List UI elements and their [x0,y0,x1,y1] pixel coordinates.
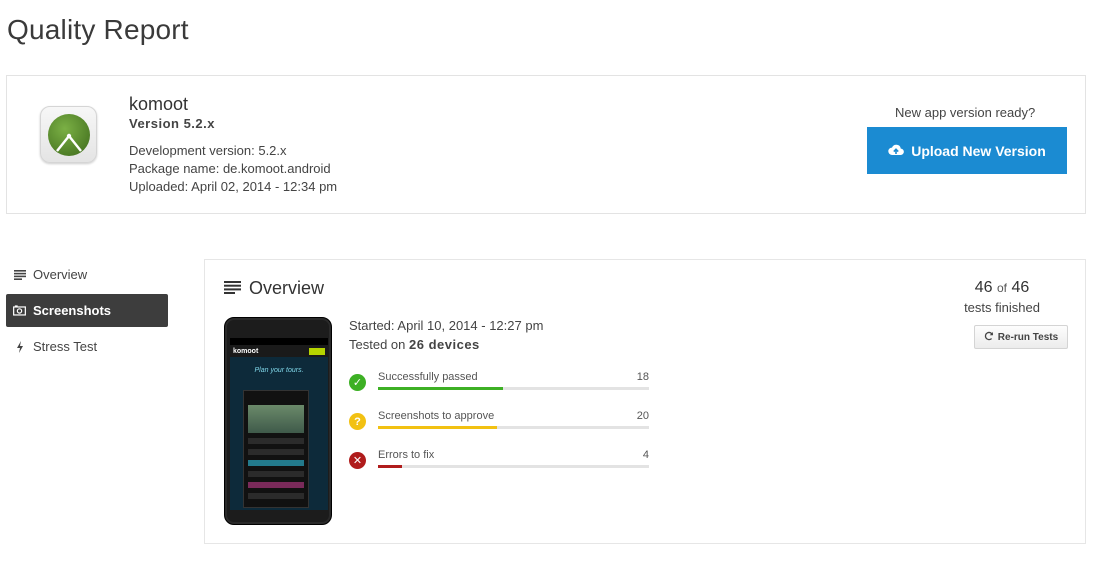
device-tagline: Plan your tours. [254,367,304,374]
rerun-tests-label: Re-run Tests [997,331,1059,343]
package-name: Package name: de.komoot.android [129,161,331,176]
result-progress-bar [378,387,649,390]
result-row[interactable]: ✕ Errors to fix 4 [349,449,649,471]
tests-finished-label: tests finished [964,300,1040,315]
bolt-icon [13,340,26,353]
result-progress-fill [378,387,503,390]
new-version-prompt: New app version ready? [895,105,1036,120]
tested-devices: Tested on 26 devices [349,337,480,352]
sidebar-item-label: Overview [33,267,88,282]
overview-title: Overview [224,278,324,299]
device-screenshot[interactable]: komoot Plan your tours. [224,317,332,525]
app-name: komoot [129,94,189,114]
upload-new-version-button[interactable]: Upload New Version [867,127,1067,174]
camera-icon [13,305,26,316]
sidebar-item-label: Stress Test [33,339,98,354]
result-label: Errors to fix [378,449,435,461]
tests-total: 46 [1011,279,1030,296]
device-app-logo: komoot [233,347,259,355]
sidebar-item-stress-test[interactable]: Stress Test [6,330,168,363]
result-count: 20 [636,410,649,422]
result-label: Successfully passed [378,371,478,383]
sidebar-item-label: Screenshots [33,303,112,318]
list-icon [224,278,241,299]
question-circle-icon: ? [349,413,366,430]
cloud-upload-icon [888,143,905,159]
rerun-tests-button[interactable]: Re-run Tests [974,325,1068,349]
result-label: Screenshots to approve [378,410,495,422]
sidebar-item-overview[interactable]: Overview [6,258,168,291]
check-circle-icon: ✓ [349,374,366,391]
result-count: 4 [642,449,649,461]
sidebar-nav: Overview Screenshots Stress Test [6,258,168,363]
development-version: Development version: 5.2.x [129,143,287,158]
app-info-card: komoot Version 5.2.x Development version… [6,75,1086,214]
app-version: Version 5.2.x [129,116,215,131]
overview-card: Overview 46 of 46 tests finished Re-run … [204,259,1086,544]
komoot-app-icon [40,106,97,163]
result-progress-bar [378,426,649,429]
tests-of: of [996,281,1007,295]
result-count: 18 [636,371,649,383]
overview-title-text: Overview [249,278,325,298]
result-progress-fill [378,465,403,468]
list-icon [13,269,26,280]
refresh-icon [984,331,994,344]
result-progress-bar [378,465,649,468]
page-title: Quality Report [7,14,189,45]
result-row[interactable]: ✓ Successfully passed 18 [349,371,649,393]
result-row[interactable]: ? Screenshots to approve 20 [349,410,649,432]
tests-done: 46 [974,279,993,296]
upload-button-label: Upload New Version [911,142,1046,159]
result-progress-fill [378,426,498,429]
upload-date: Uploaded: April 02, 2014 - 12:34 pm [129,179,338,194]
error-circle-icon: ✕ [349,452,366,469]
sidebar-item-screenshots[interactable]: Screenshots [6,294,168,327]
started-time: Started: April 10, 2014 - 12:27 pm [349,318,544,333]
tests-count: 46 of 46 tests finished [937,279,1067,315]
